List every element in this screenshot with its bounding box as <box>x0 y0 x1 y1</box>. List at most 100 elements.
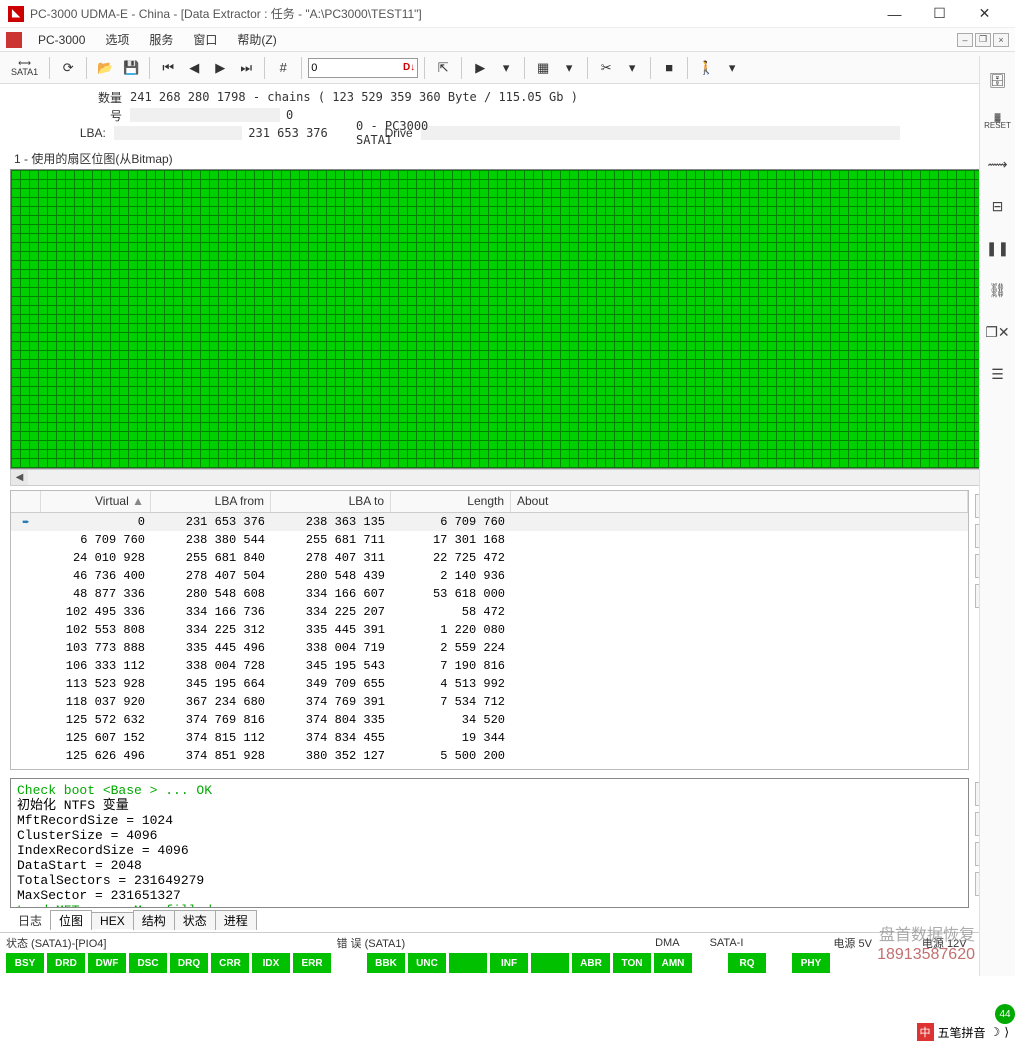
qty-label: 数量 <box>10 89 130 106</box>
grid-button[interactable]: # <box>271 56 295 80</box>
open-button[interactable]: 📂 <box>93 56 117 80</box>
separator <box>587 57 588 79</box>
rail-page-icon[interactable]: ❐✕ <box>984 318 1011 346</box>
log-line: MftRecordSize = 1024 <box>17 813 962 828</box>
table-row[interactable]: 102 495 336334 166 736334 225 20758 472 <box>11 603 968 621</box>
tab-bitmap[interactable]: 位图 <box>50 910 92 930</box>
refresh-button[interactable]: ⟳ <box>56 56 80 80</box>
mdi-minimize-button[interactable]: – <box>957 33 973 47</box>
status-state-label: 状态 (SATA1)-[PIO4] <box>6 935 106 951</box>
tray-moon-icon[interactable]: ☽ <box>990 1025 1001 1039</box>
log-line: IndexRecordSize = 4096 <box>17 843 962 858</box>
status-indicator: RQ <box>728 953 766 973</box>
menu-help[interactable]: 帮助(Z) <box>229 29 284 50</box>
rail-list-icon[interactable]: ☰ <box>984 360 1011 388</box>
table-row[interactable]: 102 553 808334 225 312335 445 3911 220 0… <box>11 621 968 639</box>
table-row[interactable]: 6 709 760238 380 544255 681 71117 301 16… <box>11 531 968 549</box>
watermark: 盘首数据恢复 18913587620 <box>877 926 975 964</box>
status-indicator: DSC <box>129 953 167 973</box>
lba-input[interactable]: 0D↓ <box>308 58 418 78</box>
qty-value: 241 268 280 1798 - chains ( 123 529 359 … <box>130 90 578 104</box>
bitmap-grid[interactable] <box>10 169 988 469</box>
table-row[interactable]: 48 877 336280 548 608334 166 60753 618 0… <box>11 585 968 603</box>
log-line: 初始化 NTFS 变量 <box>17 798 962 813</box>
menu-service[interactable]: 服务 <box>141 29 181 50</box>
menu-window[interactable]: 窗口 <box>185 29 225 50</box>
table-row[interactable]: 113 523 928345 195 664349 709 6554 513 9… <box>11 675 968 693</box>
separator <box>301 57 302 79</box>
drive-value: 0 - PC3000 SATA1 <box>356 119 455 147</box>
grid2-button[interactable]: ▦ <box>531 56 555 80</box>
mdi-close-button[interactable]: × <box>993 33 1009 47</box>
next-button[interactable]: ▶ <box>208 56 232 80</box>
col-about[interactable]: About <box>511 491 968 512</box>
menu-app[interactable]: PC-3000 <box>30 31 93 49</box>
log-line: Load MFT map - Map filled <box>17 903 962 908</box>
grid2-dropdown[interactable]: ▾ <box>557 56 581 80</box>
rail-chip-icon[interactable]: ⊟ <box>984 192 1011 220</box>
table-row[interactable]: 103 773 888335 445 496338 004 7192 559 2… <box>11 639 968 657</box>
separator <box>49 57 50 79</box>
status-indicator: PHY <box>792 953 830 973</box>
prev-button[interactable]: ◀ <box>182 56 206 80</box>
table-row[interactable]: 106 333 112338 004 728345 195 5437 190 8… <box>11 657 968 675</box>
col-lba-to[interactable]: LBA to <box>271 491 391 512</box>
tray-misc-icon[interactable]: ⟩ <box>1004 1025 1009 1039</box>
status-indicator: IDX <box>252 953 290 973</box>
export-button[interactable]: ⇱ <box>431 56 455 80</box>
save-button[interactable]: 💾 <box>119 56 143 80</box>
separator <box>687 57 688 79</box>
rail-reset-icon[interactable]: ▓RESET <box>984 108 1011 136</box>
stop-button[interactable]: ■ <box>657 56 681 80</box>
rail-measure-icon[interactable]: ⟿ <box>984 150 1011 178</box>
table-row[interactable]: 46 736 400278 407 504280 548 4392 140 93… <box>11 567 968 585</box>
status-indicator: BBK <box>367 953 405 973</box>
maximize-button[interactable]: ☐ <box>917 0 962 28</box>
scroll-left-icon[interactable]: ◀ <box>11 470 28 485</box>
table-row[interactable]: 125 607 152374 815 112374 834 45519 344 <box>11 729 968 747</box>
table-row[interactable]: ➨0231 653 376238 363 1356 709 760 <box>11 513 968 531</box>
table-row[interactable]: 24 010 928255 681 840278 407 31122 725 4… <box>11 549 968 567</box>
table-row[interactable]: 125 572 632374 769 816374 804 33534 520 <box>11 711 968 729</box>
tools-button[interactable]: ✂ <box>594 56 618 80</box>
tools-dropdown[interactable]: ▾ <box>620 56 644 80</box>
first-button[interactable]: ⏮ <box>156 56 180 80</box>
menu-options[interactable]: 选项 <box>97 29 137 50</box>
tab-process[interactable]: 进程 <box>215 910 257 930</box>
exit-dropdown[interactable]: ▾ <box>720 56 744 80</box>
tab-hex[interactable]: HEX <box>91 912 134 929</box>
log-line: Check boot <Base > ... OK <box>17 783 962 798</box>
sata-selector[interactable]: ⟷SATA1 <box>6 56 43 80</box>
play-button[interactable]: ▶ <box>468 56 492 80</box>
status-pwr5-label: 电源 5V <box>833 935 872 951</box>
col-virtual[interactable]: Virtual ▲ <box>41 491 151 512</box>
table-row[interactable]: 125 626 496374 851 928380 352 1275 500 2… <box>11 747 968 765</box>
tab-status[interactable]: 状态 <box>174 910 216 930</box>
play-dropdown[interactable]: ▾ <box>494 56 518 80</box>
bitmap-hscroll[interactable]: ◀▶ <box>10 469 1005 486</box>
separator <box>149 57 150 79</box>
col-length[interactable]: Length <box>391 491 511 512</box>
rail-db-icon[interactable]: 🗄 <box>984 66 1011 94</box>
exit-button[interactable]: 🚶 <box>694 56 718 80</box>
ime-icon[interactable]: 中 <box>917 1023 934 1041</box>
lba-table: Virtual ▲ LBA from LBA to Length About ➨… <box>10 490 969 770</box>
table-row[interactable]: 118 037 920367 234 680374 769 3917 534 7… <box>11 693 968 711</box>
status-satai-label: SATA-I <box>710 937 744 949</box>
rail-pause-icon[interactable]: ❚❚ <box>984 234 1011 262</box>
num-label: 号 <box>10 107 130 124</box>
last-button[interactable]: ⏭ <box>234 56 258 80</box>
status-indicator: INF <box>490 953 528 973</box>
tab-struct[interactable]: 结构 <box>133 910 175 930</box>
ime-text[interactable]: 五笔拼音 <box>938 1024 986 1041</box>
lba-label: LBA: <box>10 126 114 140</box>
rail-link-icon[interactable]: ⛓ <box>984 276 1011 304</box>
mdi-restore-button[interactable]: ❐ <box>975 33 991 47</box>
separator <box>424 57 425 79</box>
close-button[interactable]: ✕ <box>962 0 1007 28</box>
separator <box>264 57 265 79</box>
minimize-button[interactable]: — <box>872 0 917 28</box>
log-line: MaxSector = 231651327 <box>17 888 962 903</box>
col-lba-from[interactable]: LBA from <box>151 491 271 512</box>
col-marker[interactable] <box>11 491 41 512</box>
